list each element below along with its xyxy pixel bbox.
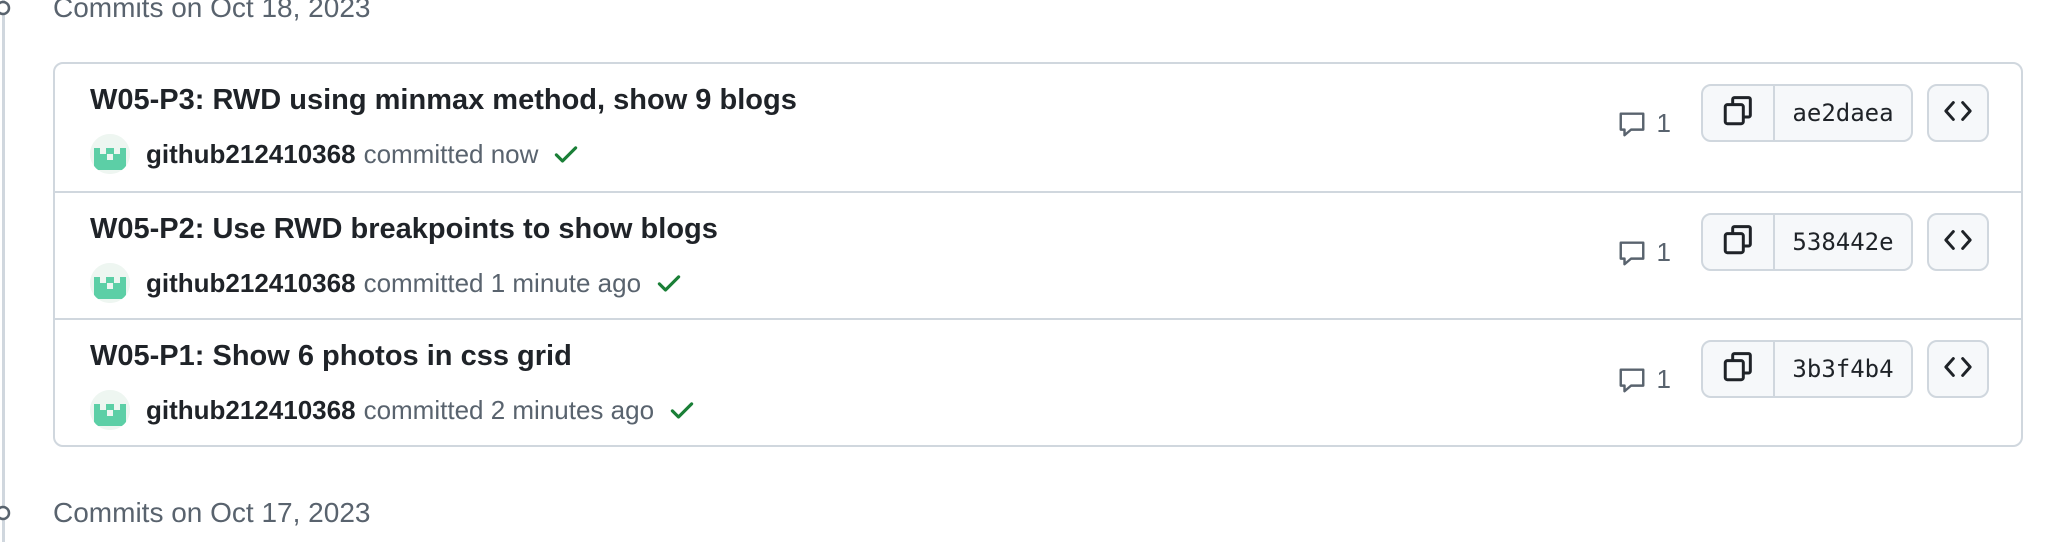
commit-meta: github212410368 committed 2 minutes ago [90, 390, 696, 430]
comment-count-value: 1 [1656, 364, 1671, 394]
commit-time: committed now [363, 138, 539, 169]
comment-count[interactable]: 1 [1617, 364, 1671, 395]
commit-author[interactable]: github212410368 [146, 268, 356, 299]
commit-meta: github212410368 committed now [90, 134, 580, 174]
copy-sha-button[interactable] [1703, 342, 1775, 396]
comment-icon [1617, 109, 1647, 139]
copy-sha-button[interactable] [1703, 86, 1775, 140]
commit-row: W05-P1: Show 6 photos in css grid github… [55, 318, 2021, 445]
browse-repo-button[interactable] [1927, 340, 1989, 398]
commit-title-link[interactable]: W05-P3: RWD using minmax method, show 9 … [90, 84, 797, 117]
comment-icon [1617, 365, 1647, 395]
commit-group-date: Commits on Oct 18, 2023 [53, 0, 371, 23]
browse-repo-button[interactable] [1927, 84, 1989, 142]
comment-icon [1617, 238, 1647, 268]
sha-button-group: ae2daea [1701, 84, 1913, 142]
commit-author[interactable]: github212410368 [146, 139, 356, 170]
commit-row: W05-P3: RWD using minmax method, show 9 … [55, 64, 2021, 191]
copy-icon [1721, 223, 1755, 262]
check-icon[interactable] [655, 269, 683, 297]
check-icon[interactable] [552, 140, 580, 168]
git-commit-icon [0, 502, 14, 524]
comment-count-value: 1 [1656, 237, 1671, 267]
git-commit-icon [0, 0, 14, 19]
copy-sha-button[interactable] [1703, 215, 1775, 269]
comment-count[interactable]: 1 [1617, 108, 1671, 139]
browse-repo-button[interactable] [1927, 213, 1989, 271]
commit-sha-button[interactable]: ae2daea [1775, 86, 1911, 140]
sha-button-group: 538442e [1701, 213, 1913, 271]
code-icon [1943, 225, 1973, 260]
commit-title-link[interactable]: W05-P2: Use RWD breakpoints to show blog… [90, 213, 718, 246]
commit-sha-button[interactable]: 538442e [1775, 215, 1911, 269]
copy-icon [1721, 94, 1755, 133]
commit-time: committed 2 minutes ago [363, 394, 655, 425]
commit-meta: github212410368 committed 1 minute ago [90, 263, 683, 303]
author-avatar[interactable] [90, 263, 130, 303]
commit-sha-button[interactable]: 3b3f4b4 [1775, 342, 1911, 396]
author-avatar[interactable] [90, 390, 130, 430]
commit-row: W05-P2: Use RWD breakpoints to show blog… [55, 191, 2021, 318]
copy-icon [1721, 350, 1755, 389]
author-avatar[interactable] [90, 134, 130, 174]
commit-group-date: Commits on Oct 17, 2023 [53, 497, 371, 528]
comment-count[interactable]: 1 [1617, 237, 1671, 268]
timeline-line [2, 0, 5, 542]
sha-button-group: 3b3f4b4 [1701, 340, 1913, 398]
code-icon [1943, 96, 1973, 131]
commit-title-link[interactable]: W05-P1: Show 6 photos in css grid [90, 340, 572, 373]
commit-time: committed 1 minute ago [363, 267, 642, 298]
commit-list: W05-P3: RWD using minmax method, show 9 … [53, 62, 2023, 447]
comment-count-value: 1 [1656, 108, 1671, 138]
code-icon [1943, 352, 1973, 387]
check-icon[interactable] [668, 396, 696, 424]
commit-author[interactable]: github212410368 [146, 395, 356, 426]
